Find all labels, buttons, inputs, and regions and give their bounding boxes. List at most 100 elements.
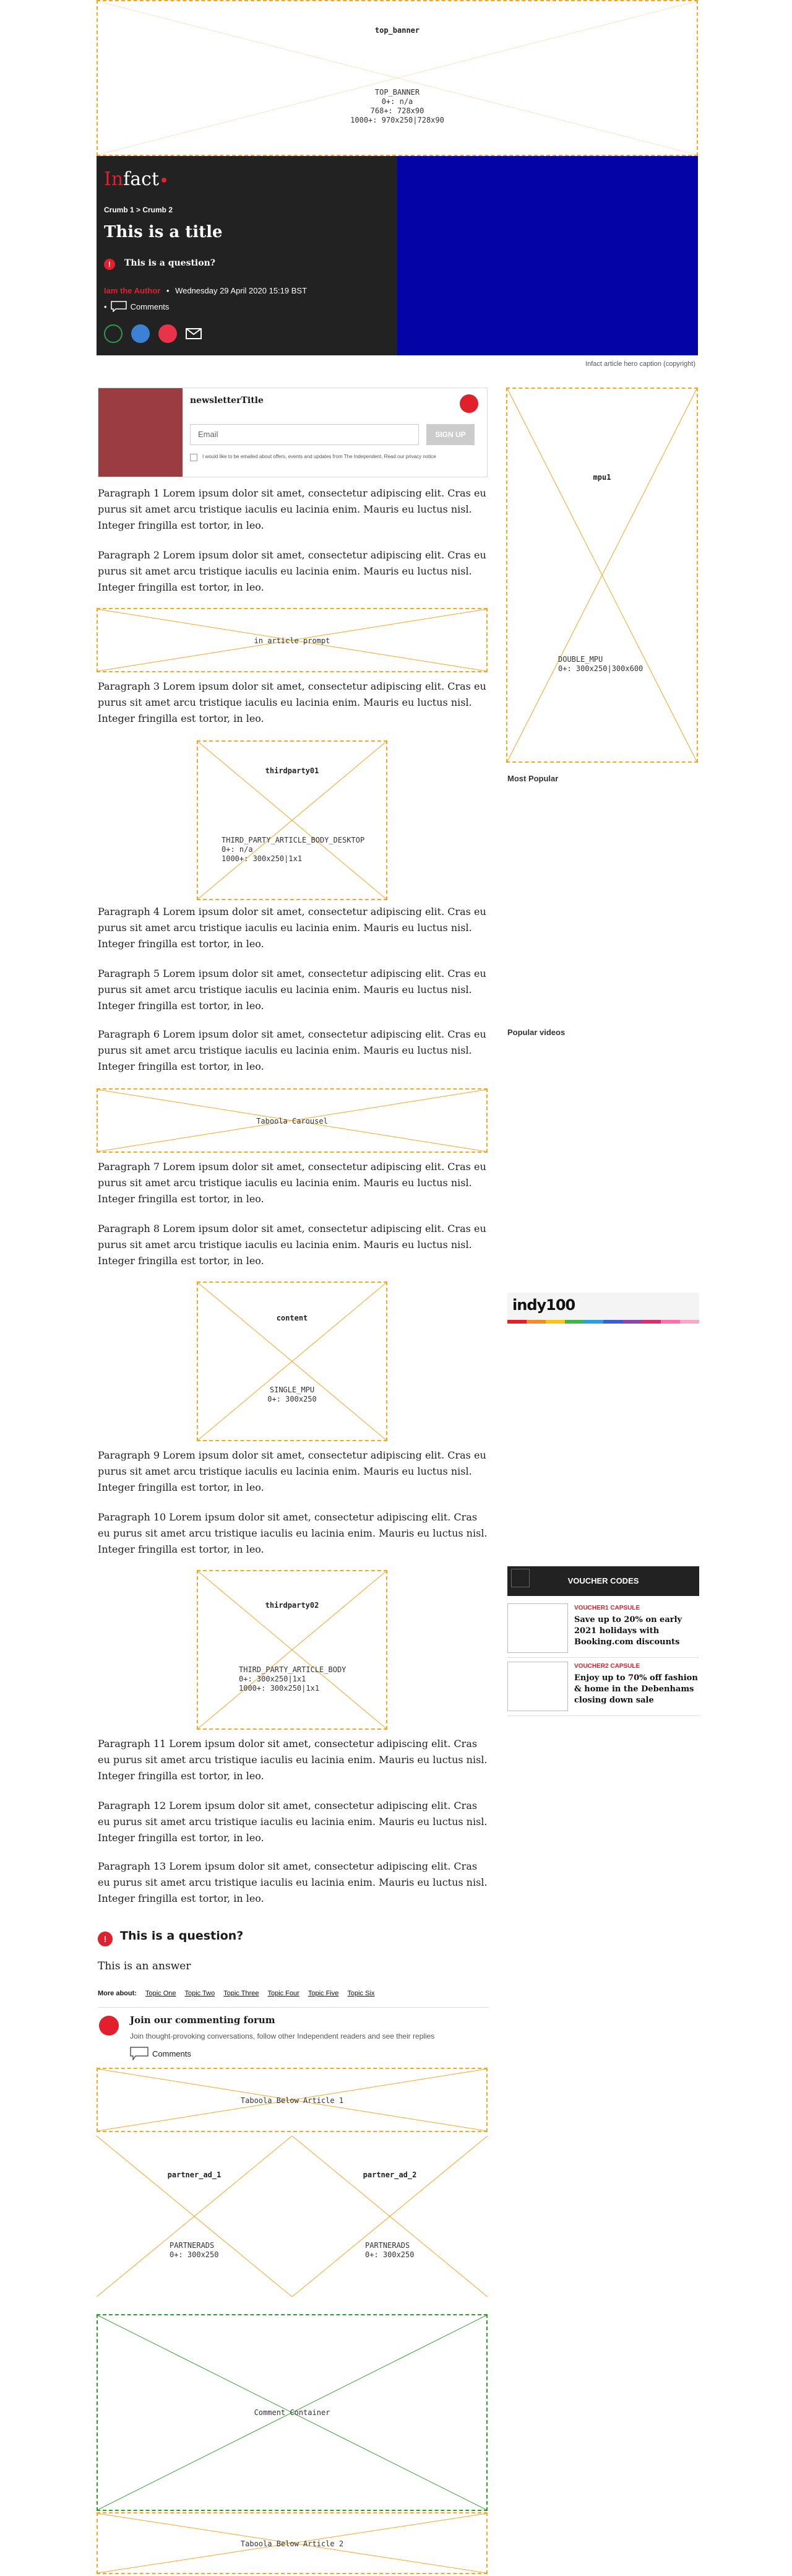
article-paragraph: Paragraph 13 Lorem ipsum dolor sit amet,…	[98, 1860, 488, 1904]
most-popular-heading: Most Popular	[507, 774, 559, 783]
newsletter-signup: newsletterTitle Email SIGN UP I would li…	[98, 388, 488, 477]
hero-question: This is a question?	[124, 258, 215, 268]
more-about-label: More about:	[98, 1990, 137, 1997]
content-ad: content SINGLE_MPU 0+: 300x250	[197, 1281, 387, 1441]
mpu1-ad: mpu1 DOUBLE_MPU 0+: 300x250|300x600	[506, 388, 698, 763]
forum-subtitle: Join thought-provoking conversations, fo…	[130, 2032, 435, 2040]
topic-link[interactable]: Topic Two	[184, 1990, 215, 1997]
more-about: More about: Topic One Topic Two Topic Th…	[98, 1990, 374, 1997]
partner-ad-2: partner_ad_2 PARTNERADS 0+: 300x250	[292, 2136, 488, 2297]
indy100-logo: indy100	[512, 1296, 575, 1314]
page-title: This is a title	[104, 223, 223, 241]
voucher-item[interactable]: VOUCHER2 CAPSULE Enjoy up to 70% off fas…	[507, 1662, 699, 1716]
forum-badge-icon	[99, 2016, 119, 2036]
indy100-widget[interactable]: indy100	[507, 1293, 699, 1324]
ad-slot-info: THIRD_PARTY_ARTICLE_BODY 0+: 300x250|1x1…	[239, 1665, 346, 1693]
ad-slot-info: PARTNERADS 0+: 300x250	[365, 2241, 415, 2259]
answer-text: This is an answer	[98, 1960, 191, 1972]
comment-icon	[130, 2047, 148, 2060]
article-paragraph: Paragraph 8 Lorem ipsum dolor sit amet, …	[98, 1223, 486, 1267]
publish-date: Wednesday 29 April 2020 15:19 BST	[175, 286, 308, 295]
share-facebook-icon[interactable]	[131, 324, 150, 343]
in-article-prompt-ad: in article prompt	[97, 608, 488, 672]
question-heading: This is a question?	[120, 1929, 244, 1943]
question-icon: !	[104, 259, 115, 270]
ad-slot-title: mpu1	[593, 473, 611, 482]
email-field[interactable]: Email	[190, 424, 419, 445]
ad-slot-info: DOUBLE_MPU 0+: 300x250|300x600	[558, 655, 644, 673]
article-paragraph: Paragraph 4 Lorem ipsum dolor sit amet, …	[98, 906, 486, 950]
ad-slot-title: in article prompt	[254, 636, 330, 645]
newsletter-badge-icon	[460, 394, 478, 413]
ad-slot-info: THIRD_PARTY_ARTICLE_BODY_DESKTOP 0+: n/a…	[222, 836, 365, 863]
article-paragraph: Paragraph 3 Lorem ipsum dolor sit amet, …	[98, 680, 486, 724]
article-paragraph: Paragraph 6 Lorem ipsum dolor sit amet, …	[98, 1028, 486, 1072]
consent-text: I would like to be emailed about offers,…	[202, 454, 436, 459]
topic-link[interactable]: Topic Six	[347, 1990, 374, 1997]
top-banner-ad: top_banner TOP_BANNER 0+: n/a 768+: 728x…	[97, 0, 698, 156]
article-paragraph: Paragraph 1 Lorem ipsum dolor sit amet, …	[98, 487, 486, 531]
taboola-carousel-ad: Taboola Carousel	[97, 1088, 488, 1153]
article-paragraph: Paragraph 2 Lorem ipsum dolor sit amet, …	[98, 549, 486, 593]
infact-logo[interactable]: Infact	[104, 168, 167, 190]
popular-videos-heading: Popular videos	[507, 1028, 566, 1037]
forum-comments-link[interactable]: Comments	[130, 2047, 191, 2060]
question-icon: !	[98, 1932, 113, 1946]
breadcrumb[interactable]: Crumb 1 > Crumb 2	[104, 206, 173, 214]
thirdparty01-ad: thirdparty01 THIRD_PARTY_ARTICLE_BODY_DE…	[197, 740, 387, 900]
ad-slot-title: thirdparty01	[265, 766, 319, 775]
ad-slot-info: PARTNERADS 0+: 300x250	[170, 2241, 219, 2259]
article-paragraph: Paragraph 12 Lorem ipsum dolor sit amet,…	[98, 1800, 488, 1844]
ad-slot-title: Taboola Below Article 1	[240, 2096, 344, 2105]
voucher-category: VOUCHER1 CAPSULE	[574, 1605, 640, 1611]
article-paragraph: Paragraph 5 Lorem ipsum dolor sit amet, …	[98, 968, 486, 1012]
thirdparty02-ad: thirdparty02 THIRD_PARTY_ARTICLE_BODY 0+…	[197, 1570, 387, 1730]
consent-checkbox[interactable]	[190, 454, 197, 461]
forum-title: Join our commenting forum	[130, 2014, 275, 2026]
hero-panel: Infact Crumb 1 > Crumb 2 This is a title…	[97, 156, 397, 355]
ad-slot-title: partner_ad_1	[167, 2171, 222, 2179]
divider	[98, 2007, 489, 2008]
byline: Iam the Author • Wednesday 29 April 2020…	[104, 286, 308, 295]
voucher-item[interactable]: VOUCHER1 CAPSULE Save up to 20% on early…	[507, 1603, 699, 1658]
scissors-icon	[511, 1569, 530, 1587]
article-paragraph: Paragraph 9 Lorem ipsum dolor sit amet, …	[98, 1449, 486, 1493]
taboola-below-article-2-ad: Taboola Below Article 2	[97, 2512, 488, 2574]
hero-image	[397, 156, 698, 355]
ad-slot-info: TOP_BANNER 0+: n/a 768+: 728x90 1000+: 9…	[350, 88, 444, 124]
voucher-title[interactable]: Enjoy up to 70% off fashion & home in th…	[574, 1673, 698, 1706]
voucher-thumbnail	[507, 1662, 568, 1711]
article-paragraph: Paragraph 11 Lorem ipsum dolor sit amet,…	[98, 1738, 488, 1782]
comment-container: Comment Container	[97, 2314, 488, 2511]
voucher-codes-header: VOUCHER CODES	[507, 1566, 699, 1596]
share-pinterest-icon[interactable]	[158, 324, 177, 343]
topic-link[interactable]: Topic One	[145, 1990, 176, 1997]
share-email-icon[interactable]	[186, 328, 202, 342]
share-whatsapp-icon[interactable]	[104, 324, 123, 343]
ad-slot-title: Taboola Below Article 2	[240, 2539, 344, 2548]
topic-link[interactable]: Topic Three	[223, 1990, 259, 1997]
ad-slot-title: thirdparty02	[265, 1601, 319, 1610]
topic-link[interactable]: Topic Four	[267, 1990, 299, 1997]
newsletter-title: newsletterTitle	[190, 396, 264, 405]
ad-slot-title: Comment Container	[254, 2408, 330, 2417]
comments-link[interactable]: • Comments	[104, 301, 169, 312]
ad-slot-title: Taboola Carousel	[256, 1117, 328, 1125]
topic-link[interactable]: Topic Five	[308, 1990, 339, 1997]
hero-caption: Infact article hero caption (copyright)	[585, 360, 695, 368]
indy100-stripe	[507, 1320, 699, 1324]
article-paragraph: Paragraph 10 Lorem ipsum dolor sit amet,…	[98, 1511, 488, 1555]
partner-ad-1: partner_ad_1 PARTNERADS 0+: 300x250	[97, 2136, 292, 2297]
ad-slot-title: top_banner	[374, 26, 420, 35]
voucher-title[interactable]: Save up to 20% on early 2021 holidays wi…	[574, 1615, 698, 1648]
ad-slot-info: SINGLE_MPU 0+: 300x250	[267, 1386, 317, 1403]
article-paragraph: Paragraph 7 Lorem ipsum dolor sit amet, …	[98, 1161, 486, 1205]
newsletter-image	[98, 388, 183, 477]
author-link[interactable]: Iam the Author	[104, 286, 160, 295]
voucher-category: VOUCHER2 CAPSULE	[574, 1663, 640, 1670]
comment-icon	[110, 301, 127, 312]
voucher-thumbnail	[507, 1603, 568, 1653]
signup-button[interactable]: SIGN UP	[426, 424, 475, 445]
ad-slot-title: content	[276, 1314, 308, 1322]
taboola-below-article-1-ad: Taboola Below Article 1	[97, 2068, 488, 2132]
